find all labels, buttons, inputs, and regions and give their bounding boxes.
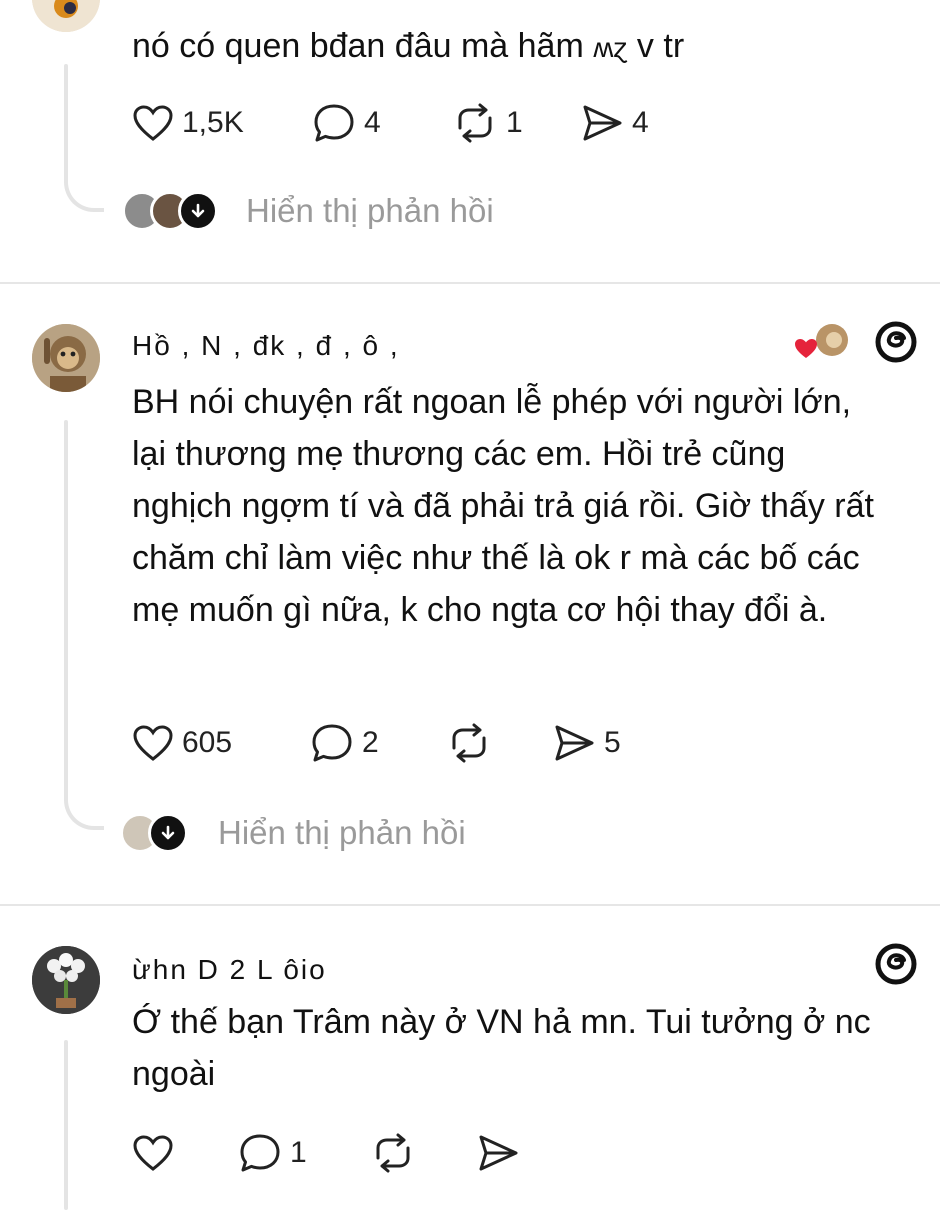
- paper-plane-icon: [479, 1135, 518, 1171]
- comment-button[interactable]: 2: [310, 718, 379, 768]
- paper-plane-icon: [583, 105, 622, 141]
- like-count: 605: [182, 726, 233, 759]
- repost-button[interactable]: [370, 1128, 424, 1178]
- post-actions: 605 2 5: [132, 718, 692, 768]
- share-button[interactable]: 4: [580, 98, 649, 148]
- avatar[interactable]: [32, 324, 100, 392]
- paper-plane-icon: [555, 725, 594, 761]
- repost-count: 1: [506, 106, 523, 139]
- heart-outline-icon: [133, 1135, 173, 1171]
- heart-outline-icon: [133, 725, 173, 761]
- repost-arrows-icon: [458, 103, 492, 143]
- like-count: 1,5K: [182, 106, 244, 139]
- thread-line-curve: [64, 172, 104, 212]
- username[interactable]: Hồ , N , đk , đ , ô ,: [132, 330, 400, 362]
- share-button[interactable]: [476, 1128, 528, 1178]
- post-1: nó có quen bđan đâu mà hãm ʍɀ v tr 1,5K …: [0, 0, 940, 282]
- thread-line: [64, 1040, 68, 1210]
- repost-button[interactable]: 1: [452, 98, 523, 148]
- like-button[interactable]: [132, 1128, 182, 1178]
- show-replies-link[interactable]: Hiển thị phản hồi: [122, 186, 494, 236]
- speech-bubble-icon: [240, 1134, 280, 1172]
- show-replies-link[interactable]: Hiển thị phản hồi: [120, 808, 466, 858]
- show-replies-label: Hiển thị phản hồi: [246, 192, 494, 229]
- share-button[interactable]: 5: [552, 718, 621, 768]
- share-count: 4: [632, 106, 649, 139]
- post-text: Ớ thế bạn Trâm này ở VN hả mn. Tui tưởng…: [132, 1003, 871, 1093]
- share-count: 5: [604, 726, 621, 759]
- comment-count: 4: [364, 106, 381, 139]
- thread-line-curve: [64, 790, 104, 830]
- like-button[interactable]: 605: [132, 718, 232, 768]
- repost-arrows-icon: [452, 723, 486, 763]
- post-2: Hồ , N , đk , đ , ô , BH nói chuyện rất …: [0, 284, 940, 902]
- post-text: BH nói chuyện rất ngoan lễ phép với ngườ…: [132, 383, 874, 629]
- threads-logo-icon[interactable]: [874, 320, 918, 364]
- repost-button[interactable]: [446, 718, 500, 768]
- arrow-down-icon: [148, 813, 188, 853]
- speech-bubble-icon: [314, 104, 354, 142]
- comment-count: 1: [290, 1136, 307, 1169]
- heart-outline-icon: [133, 105, 173, 141]
- threads-logo-icon[interactable]: [874, 942, 918, 986]
- comment-button[interactable]: 1: [238, 1128, 307, 1178]
- thread-line: [64, 420, 68, 800]
- post-text: nó có quen bđan đâu mà hãm ʍɀ v tr: [132, 27, 685, 65]
- avatar[interactable]: [32, 0, 100, 32]
- username[interactable]: ừhn D 2 L ôio: [132, 954, 327, 986]
- repost-arrows-icon: [376, 1133, 410, 1173]
- post-3: ừhn D 2 L ôio Ớ thế bạn Trâm này ở VN hả…: [0, 906, 940, 1210]
- speech-bubble-icon: [312, 724, 352, 762]
- comment-count: 2: [362, 726, 379, 759]
- post-actions: 1: [132, 1128, 532, 1178]
- red-heart-icon: [795, 339, 817, 358]
- thread-line: [64, 64, 68, 184]
- reaction-avatar: [794, 322, 850, 367]
- arrow-down-icon: [178, 191, 218, 231]
- comment-button[interactable]: 4: [312, 98, 381, 148]
- post-actions: 1,5K 4 1 4: [132, 98, 692, 148]
- like-button[interactable]: 1,5K: [132, 98, 244, 148]
- garbled-glyph: ʍɀ: [593, 32, 628, 63]
- show-replies-label: Hiển thị phản hồi: [218, 814, 466, 851]
- avatar[interactable]: [32, 946, 100, 1014]
